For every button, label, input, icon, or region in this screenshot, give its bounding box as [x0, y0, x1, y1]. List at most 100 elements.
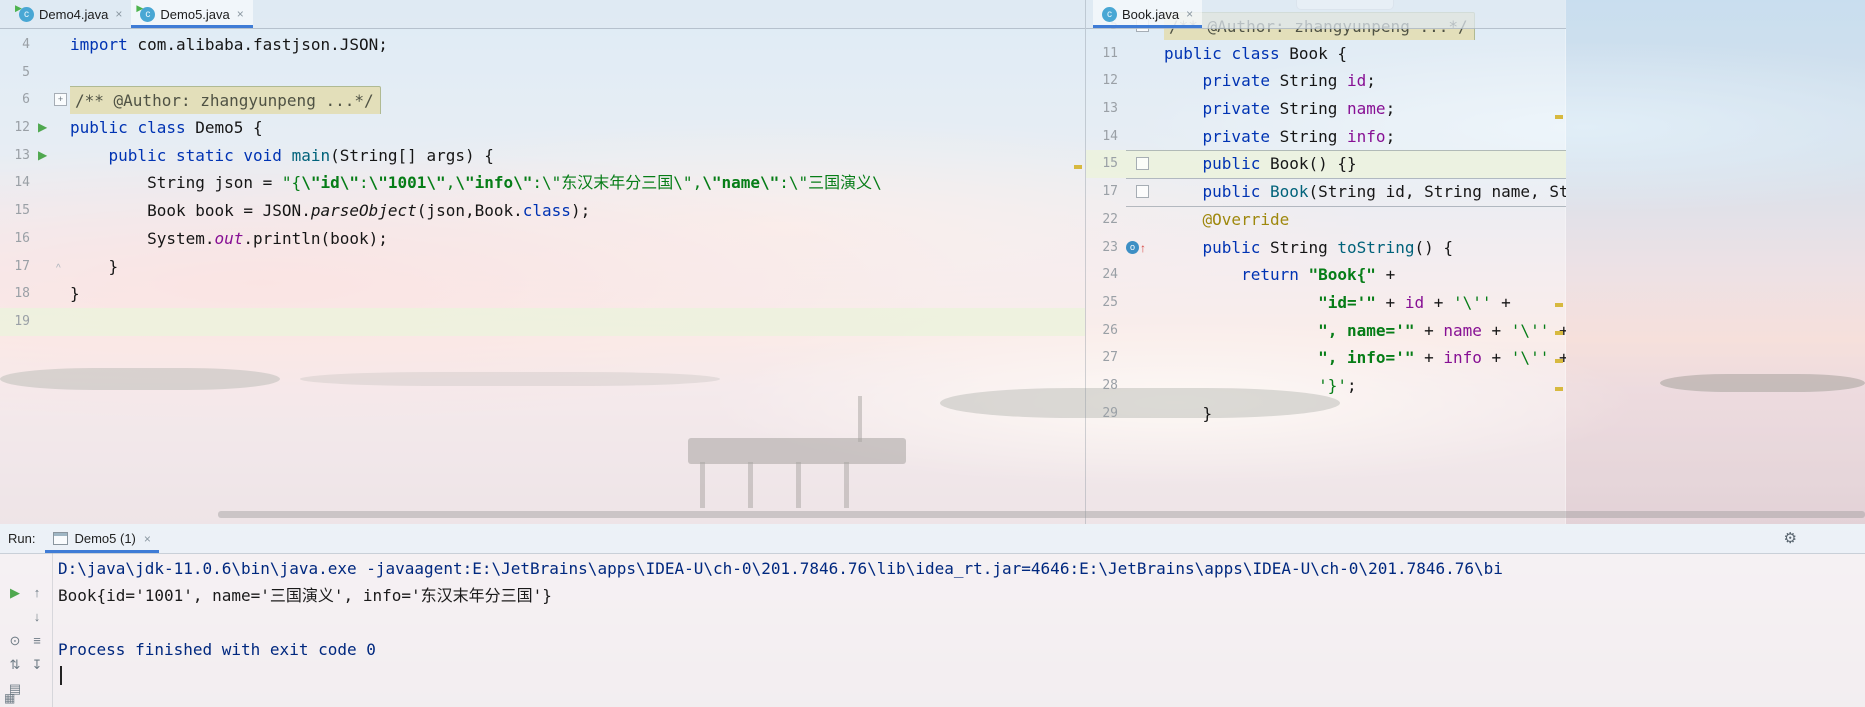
code-text[interactable]: import com.alibaba.fastjson.JSON;: [70, 31, 1085, 59]
code-text[interactable]: public Book() {}: [1164, 150, 1566, 178]
code-text[interactable]: [70, 308, 1085, 336]
code-token: +: [1414, 348, 1444, 368]
code-line[interactable]: 17 ^ }: [0, 253, 1085, 281]
code-line[interactable]: 4 import com.alibaba.fastjson.JSON;: [0, 31, 1085, 59]
pause-output-icon[interactable]: ⊙: [6, 633, 24, 649]
fold-end-icon[interactable]: ^: [56, 255, 61, 283]
run-line-icon[interactable]: ▶: [38, 114, 47, 142]
code-line[interactable]: 6 +/** @Author: zhangyunpeng ...*/: [0, 86, 1085, 115]
code-area[interactable]: 5/** @Author: zhangyunpeng ...*/11public…: [1086, 12, 1566, 427]
code-text[interactable]: String json = "{\"id\":\"1001\",\"info\"…: [70, 169, 1085, 197]
code-line[interactable]: 15 public Book() {}: [1086, 150, 1566, 179]
code-text[interactable]: public Book(String id, String name, Stri…: [1164, 178, 1566, 206]
editor-pane-book[interactable]: c Book.java × 5/** @Author: zhangyunpeng…: [1085, 0, 1566, 524]
gear-icon[interactable]: ⚙: [1784, 529, 1797, 547]
run-line-icon[interactable]: ▶: [38, 142, 47, 170]
rerun-icon[interactable]: ▶: [6, 585, 24, 601]
code-line[interactable]: 12 ▶ public class Demo5 {: [0, 114, 1085, 142]
warning-stripe-mark[interactable]: [1555, 115, 1563, 119]
run-tab-demo5[interactable]: Demo5 (1) ×: [45, 524, 158, 553]
code-text[interactable]: private String id;: [1164, 67, 1566, 95]
code-line[interactable]: 17 public Book(String id, String name, S…: [1086, 178, 1566, 206]
close-icon[interactable]: ×: [115, 7, 122, 21]
code-text[interactable]: /** @Author: zhangyunpeng ...*/: [70, 86, 1085, 115]
code-line[interactable]: 25 "id='" + id + '\'' +: [1086, 289, 1566, 317]
code-line[interactable]: 29 }: [1086, 400, 1566, 428]
code-token: ;: [1385, 126, 1396, 146]
console-line[interactable]: [58, 609, 1865, 636]
editor-pane-demo5[interactable]: c ▶ Demo4.java × c ▶ Demo5.java × 4 import …: [0, 0, 1085, 524]
soft-wrap-icon[interactable]: ≡: [28, 633, 46, 648]
tab-book-java[interactable]: c Book.java ×: [1093, 0, 1203, 28]
close-icon[interactable]: ×: [1186, 7, 1193, 21]
code-area[interactable]: 4 import com.alibaba.fastjson.JSON; 5 6 +/**…: [0, 31, 1085, 336]
code-text[interactable]: }: [70, 280, 1085, 308]
code-text[interactable]: Book book = JSON.parseObject(json,Book.c…: [70, 197, 1085, 225]
code-line[interactable]: 13 private String name;: [1086, 95, 1566, 123]
tab-demo4-java[interactable]: c ▶ Demo4.java ×: [10, 0, 131, 28]
code-line[interactable]: 22 @Override: [1086, 205, 1566, 234]
code-line[interactable]: 13 ▶ public static void main(String[] arg…: [0, 142, 1085, 170]
warning-stripe-mark[interactable]: [1555, 331, 1563, 335]
fold-expand-icon[interactable]: +: [54, 93, 67, 107]
warning-stripe-mark[interactable]: [1555, 359, 1563, 363]
horizontal-scrollbar[interactable]: [218, 511, 1865, 518]
code-line[interactable]: 26 ", name='" + name + '\'' +: [1086, 317, 1566, 345]
code-line[interactable]: 18}: [0, 280, 1085, 308]
tab-demo5-java[interactable]: c ▶ Demo5.java ×: [131, 0, 253, 28]
code-line[interactable]: 5: [0, 59, 1085, 87]
code-line[interactable]: 19: [0, 307, 1085, 336]
line-number: 18: [14, 286, 30, 302]
jump-end-icon[interactable]: ↧: [28, 657, 46, 673]
code-text[interactable]: return "Book{" +: [1164, 261, 1566, 289]
java-class-icon: c ▶: [136, 3, 156, 22]
code-line[interactable]: 24 return "Book{" +: [1086, 261, 1566, 289]
code-line[interactable]: 28 '}';: [1086, 372, 1566, 400]
code-text[interactable]: "id='" + id + '\'' +: [1164, 289, 1566, 317]
warning-stripe-mark[interactable]: [1555, 387, 1563, 391]
code-text[interactable]: public class Demo5 {: [70, 114, 1085, 142]
code-token: toString: [1337, 237, 1415, 257]
code-line[interactable]: 15 Book book = JSON.parseObject(json,Boo…: [0, 197, 1085, 225]
code-token: }: [1164, 403, 1213, 423]
code-line[interactable]: 27 ", info='" + info + '\'' +: [1086, 344, 1566, 372]
fold-region-icon[interactable]: [1136, 185, 1149, 199]
code-text[interactable]: @Override: [1164, 206, 1566, 234]
down-stack-icon[interactable]: ↓: [28, 609, 46, 624]
code-text[interactable]: [70, 59, 1085, 87]
warning-stripe-mark[interactable]: [1555, 303, 1563, 307]
override-method-icon[interactable]: o: [1126, 240, 1139, 254]
console-output[interactable]: D:\java\jdk-11.0.6\bin\java.exe -javaage…: [52, 553, 1865, 707]
code-text[interactable]: '}';: [1164, 372, 1566, 400]
code-token: Book: [1269, 182, 1309, 202]
scroll-end-icon[interactable]: ⇅: [6, 657, 24, 673]
code-text[interactable]: }: [1164, 400, 1566, 428]
close-icon[interactable]: ×: [237, 7, 244, 21]
console-line[interactable]: Process finished with exit code 0: [58, 636, 1865, 663]
code-text[interactable]: }: [70, 253, 1085, 281]
up-stack-icon[interactable]: ↑: [28, 585, 46, 600]
layout-grid-icon[interactable]: ▦: [4, 691, 15, 705]
code-line[interactable]: 11 public class Book {: [1086, 40, 1566, 68]
code-line[interactable]: 12 private String id;: [1086, 67, 1566, 95]
gutter-icon-area: o ↑: [1118, 234, 1164, 262]
close-icon[interactable]: ×: [144, 532, 151, 546]
code-text[interactable]: public String toString() {: [1164, 234, 1566, 262]
fold-region-icon[interactable]: [1136, 157, 1149, 171]
code-line[interactable]: 14 private String info;: [1086, 123, 1566, 151]
code-token: "{: [281, 173, 302, 193]
code-line[interactable]: 23 o ↑ public String toString() {: [1086, 234, 1566, 262]
code-text[interactable]: private String name;: [1164, 95, 1566, 123]
code-line[interactable]: 16 System.out.println(book);: [0, 225, 1085, 253]
code-text[interactable]: private String info;: [1164, 123, 1566, 151]
code-text[interactable]: public static void main(String[] args) {: [70, 142, 1085, 170]
console-line[interactable]: D:\java\jdk-11.0.6\bin\java.exe -javaage…: [58, 555, 1865, 582]
line-number: 19: [14, 313, 30, 329]
code-line[interactable]: 14 String json = "{\"id\":\"1001\",\"inf…: [0, 169, 1085, 197]
console-line[interactable]: Book{id='1001', name='三国演义', info='东汉末年分…: [58, 582, 1865, 609]
code-text[interactable]: System.out.println(book);: [70, 225, 1085, 253]
warning-stripe-mark[interactable]: [1074, 165, 1082, 169]
code-text[interactable]: ", name='" + name + '\'' +: [1164, 317, 1566, 345]
code-text[interactable]: ", info='" + info + '\'' +: [1164, 344, 1566, 372]
code-text[interactable]: public class Book {: [1164, 40, 1566, 68]
